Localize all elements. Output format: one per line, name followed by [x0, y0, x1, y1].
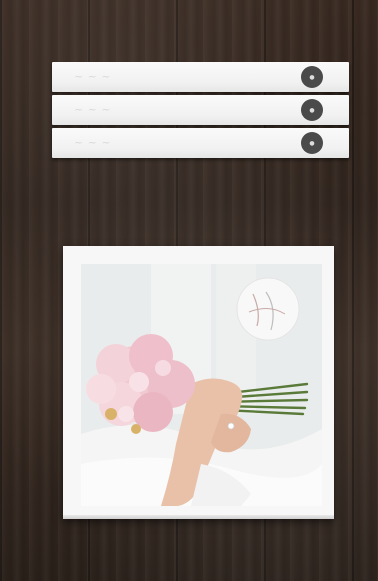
bouquet-photo [81, 264, 322, 506]
monogram-logo-icon [236, 277, 300, 341]
spine-script-title: ~ ~ ~ [74, 136, 112, 149]
cover-photo [81, 264, 322, 506]
spine-script-title: ~ ~ ~ [74, 103, 112, 116]
spine-script-title: ~ ~ ~ [74, 70, 112, 83]
album-spine: ~ ~ ~ ● [52, 128, 349, 158]
monogram-seal-icon: ● [301, 132, 323, 154]
album-spine: ~ ~ ~ ● [52, 62, 349, 92]
square-album [63, 246, 334, 518]
album-page-edge [63, 515, 334, 519]
monogram-seal-icon: ● [301, 66, 323, 88]
monogram-seal-icon: ● [301, 99, 323, 121]
album-spine: ~ ~ ~ ● [52, 95, 349, 125]
